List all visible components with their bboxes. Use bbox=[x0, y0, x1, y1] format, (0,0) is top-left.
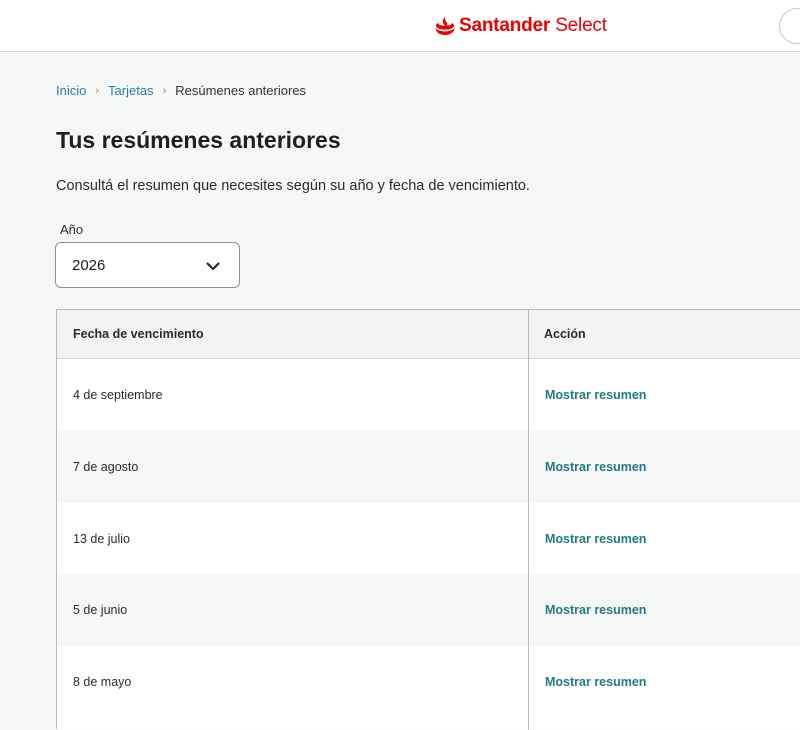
table-row: 4 de septiembre Mostrar resumen bbox=[57, 359, 800, 431]
show-statement-link[interactable]: Mostrar resumen bbox=[545, 503, 646, 575]
table-row: 7 de agosto Mostrar resumen bbox=[57, 431, 800, 503]
table-header: Fecha de vencimiento Acción bbox=[57, 310, 800, 359]
column-divider bbox=[528, 310, 529, 730]
year-label: Año bbox=[60, 222, 84, 237]
santander-select-logo[interactable]: Santander Select bbox=[434, 13, 607, 39]
table-row: 8 de mayo Mostrar resumen bbox=[57, 646, 800, 718]
due-date-cell: 8 de mayo bbox=[73, 675, 132, 689]
brand-name-light: Select bbox=[550, 15, 607, 36]
chevron-down-icon bbox=[206, 262, 220, 270]
breadcrumb-tarjetas[interactable]: Tarjetas bbox=[108, 83, 154, 98]
column-header-action: Acción bbox=[544, 327, 586, 341]
breadcrumb-current: Resúmenes anteriores bbox=[175, 83, 307, 98]
top-header: Santander Select bbox=[0, 0, 800, 52]
brand-name: Santander Select bbox=[459, 15, 607, 37]
brand-name-strong: Santander bbox=[459, 15, 551, 36]
due-date-cell: 5 de junio bbox=[73, 603, 128, 617]
show-statement-link[interactable]: Mostrar resumen bbox=[545, 646, 646, 718]
show-statement-link[interactable]: Mostrar resumen bbox=[545, 431, 646, 503]
breadcrumb-inicio[interactable]: Inicio bbox=[56, 83, 86, 98]
breadcrumb: Inicio › Tarjetas › Resúmenes anteriores bbox=[56, 83, 306, 98]
year-selected-value: 2026 bbox=[72, 257, 106, 274]
due-date-cell: 4 de septiembre bbox=[73, 388, 163, 402]
table-row: 5 de junio Mostrar resumen bbox=[57, 574, 800, 646]
user-avatar-button[interactable] bbox=[779, 8, 800, 44]
due-date-cell: 13 de julio bbox=[73, 532, 130, 546]
page-subtitle: Consultá el resumen que necesites según … bbox=[56, 178, 530, 194]
show-statement-link[interactable]: Mostrar resumen bbox=[545, 359, 646, 431]
year-select[interactable]: 2026 bbox=[55, 242, 240, 288]
due-date-cell: 7 de agosto bbox=[73, 460, 139, 474]
page-title: Tus resúmenes anteriores bbox=[56, 127, 341, 153]
show-statement-link[interactable]: Mostrar resumen bbox=[545, 574, 646, 646]
statements-table: Fecha de vencimiento Acción 4 de septiem… bbox=[56, 309, 800, 730]
breadcrumb-separator-icon: › bbox=[95, 84, 100, 97]
table-row: 13 de julio Mostrar resumen bbox=[57, 503, 800, 575]
column-header-due-date: Fecha de vencimiento bbox=[73, 327, 204, 341]
santander-flame-icon bbox=[435, 17, 455, 35]
breadcrumb-separator-icon: › bbox=[162, 84, 167, 97]
